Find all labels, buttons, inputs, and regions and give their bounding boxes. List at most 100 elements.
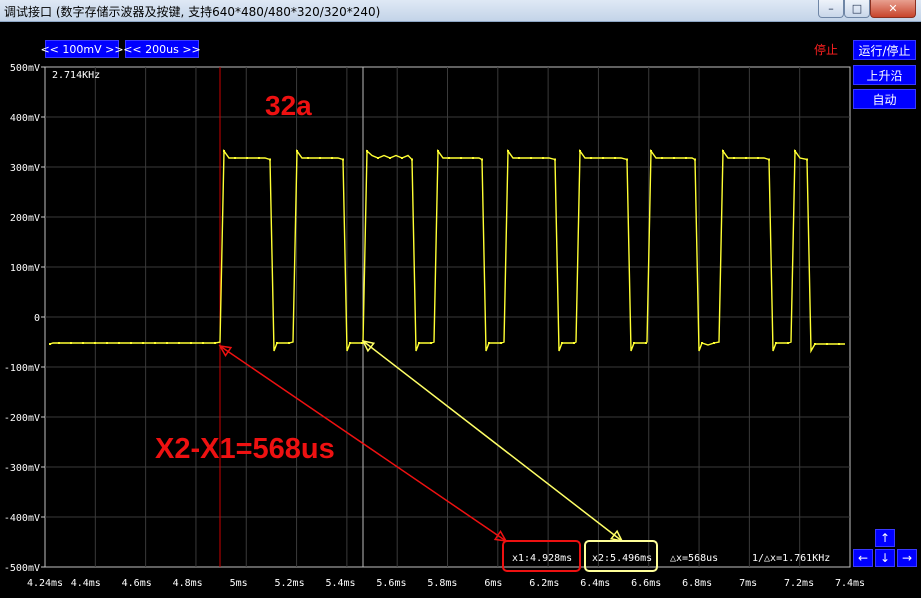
sample-point: [130, 342, 132, 344]
sample-point: [223, 150, 225, 152]
sample-point: [838, 343, 840, 345]
nav-down-button[interactable]: ↓: [875, 549, 895, 567]
sample-point: [579, 150, 581, 152]
nav-left-button[interactable]: ←: [853, 549, 873, 567]
y-tick-label: 100mV: [10, 263, 40, 274]
sample-point: [106, 342, 108, 344]
arrow-down-icon: ↓: [879, 551, 891, 565]
x-tick-label: 6.2ms: [529, 578, 559, 589]
x-tick-label: 5.6ms: [376, 578, 406, 589]
sample-point: [377, 157, 379, 159]
sample-point: [518, 157, 520, 159]
sample-point: [460, 157, 462, 159]
sample-point: [269, 158, 271, 161]
x2-readout: x2:5.496ms: [592, 553, 652, 564]
sample-point: [713, 342, 715, 344]
x-tick-label: 4.6ms: [122, 578, 152, 589]
sample-point: [806, 158, 808, 161]
sample-point: [626, 158, 628, 161]
arrow-up-icon: ↑: [879, 531, 891, 545]
sample-point: [401, 157, 403, 159]
x-tick-label: 7.2ms: [784, 578, 814, 589]
sample-point: [58, 342, 60, 344]
y-axis-labels: 500mV 400mV 300mV 200mV 100mV 0 -100mV -200mV -3…: [4, 63, 45, 574]
sample-point: [411, 158, 413, 161]
sample-point: [757, 157, 759, 159]
sample-point: [448, 157, 450, 159]
x-tick-label: 5.8ms: [427, 578, 457, 589]
sample-point: [673, 157, 675, 159]
sample-point: [190, 342, 192, 344]
y-tick-label: 300mV: [10, 163, 40, 174]
sample-point: [437, 150, 439, 152]
sample-point: [645, 342, 647, 344]
x1-readout: x1:4.928ms: [512, 553, 572, 564]
x-tick-label: 7.4ms: [835, 578, 865, 589]
status-label: 停止: [814, 43, 839, 57]
sample-point: [49, 343, 51, 345]
sample-point: [733, 157, 735, 159]
sample-point: [745, 157, 747, 159]
sample-point: [430, 342, 432, 344]
sample-point: [234, 157, 236, 159]
frequency-readout: 2.714KHz: [52, 70, 100, 81]
sample-point: [288, 342, 290, 344]
sample-point: [481, 158, 483, 161]
sample-point: [70, 342, 72, 344]
y-tick-label: 200mV: [10, 213, 40, 224]
sample-point: [661, 157, 663, 159]
sample-point: [178, 342, 180, 344]
sample-point: [166, 342, 168, 344]
sample-point: [685, 157, 687, 159]
sample-point: [154, 342, 156, 344]
volt-div-button[interactable]: << 100mV >>: [40, 40, 124, 58]
sample-point: [94, 342, 96, 344]
nav-up-button[interactable]: ↑: [875, 529, 895, 547]
sample-point: [331, 157, 333, 159]
x-axis-labels: 4.24ms 4.4ms 4.6ms 4.8ms 5ms 5.2ms 5.4ms 5.6ms 5…: [27, 578, 865, 589]
sample-point: [82, 342, 84, 344]
y-tick-label: -300mV: [4, 463, 40, 474]
sample-point: [614, 157, 616, 159]
sample-point: [307, 157, 309, 159]
run-stop-button[interactable]: 运行/停止: [853, 40, 916, 60]
sample-point: [342, 158, 344, 161]
nav-right-button[interactable]: →: [897, 549, 917, 567]
y-tick-label: 0: [34, 313, 40, 324]
y-tick-label: 400mV: [10, 113, 40, 124]
inverse-delta-readout: 1/△x=1.761KHz: [752, 553, 830, 564]
sample-point: [118, 342, 120, 344]
delta-x-readout: △x=568us: [670, 553, 718, 564]
y-tick-label: 500mV: [10, 63, 40, 74]
sample-point: [554, 158, 556, 161]
x-tick-label: 4.8ms: [173, 578, 203, 589]
x-tick-label: 6.6ms: [631, 578, 661, 589]
sample-point: [814, 343, 816, 345]
y-tick-label: -100mV: [4, 363, 40, 374]
sample-point: [650, 150, 652, 152]
sample-point: [389, 157, 391, 159]
signal-label: 32a: [265, 90, 312, 121]
sample-point: [296, 150, 298, 152]
sample-point: [722, 150, 724, 152]
trigger-edge-button[interactable]: 上升沿: [853, 65, 916, 85]
x-tick-label: 7ms: [739, 578, 757, 589]
sample-point: [768, 158, 770, 161]
sample-point: [418, 342, 420, 344]
sample-point: [472, 157, 474, 159]
y-tick-label: -500mV: [4, 563, 40, 574]
trigger-mode-button[interactable]: 自动: [853, 89, 916, 109]
sample-point: [530, 157, 532, 159]
time-div-button[interactable]: << 200us >>: [123, 40, 201, 58]
x-tick-label: 5.2ms: [275, 578, 305, 589]
sample-point: [561, 342, 563, 344]
scope-display[interactable]: 500mV 400mV 300mV 200mV 100mV 0 -100mV -200mV -3…: [0, 0, 921, 598]
x-tick-label: 4.24ms: [27, 578, 63, 589]
sample-point: [319, 157, 321, 159]
x-tick-label: 5ms: [230, 578, 248, 589]
sample-point: [488, 342, 490, 344]
sample-point: [202, 342, 204, 344]
sample-point: [366, 150, 368, 152]
sample-point: [602, 157, 604, 159]
sample-point: [276, 342, 278, 344]
